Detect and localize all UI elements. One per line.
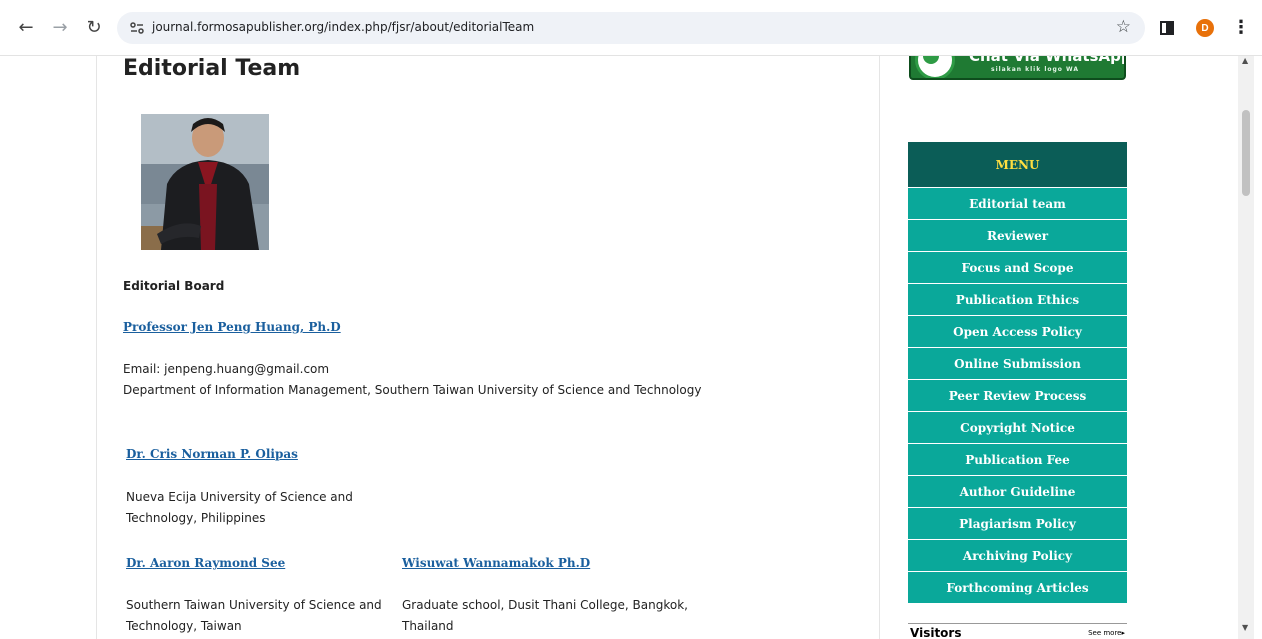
menu-item-author-guideline[interactable]: Author Guideline xyxy=(908,475,1127,507)
menu-item-open-access-policy[interactable]: Open Access Policy xyxy=(908,315,1127,347)
person-link-aaron-see[interactable]: Dr. Aaron Raymond See xyxy=(126,556,285,570)
side-panel-icon[interactable] xyxy=(1160,21,1174,35)
main-column: Editorial Team Editorial Board Professor… xyxy=(96,56,880,639)
editor-photo xyxy=(141,114,269,250)
site-settings-icon[interactable] xyxy=(129,20,145,36)
content-area: Editorial Team Editorial Board Professor… xyxy=(0,56,1238,639)
more-menu-icon[interactable]: ⋮ xyxy=(1232,16,1250,40)
page-viewport: Editorial Team Editorial Board Professor… xyxy=(0,56,1262,639)
whatsapp-subtitle: silakan klik logo WA xyxy=(991,66,1079,73)
sidebar-menu: MENU Editorial team Reviewer Focus and S… xyxy=(908,142,1127,603)
star-icon[interactable]: ☆ xyxy=(1116,17,1131,37)
scroll-up-arrow-icon[interactable]: ▲ xyxy=(1242,56,1250,68)
person-affiliation-line: Southern Taiwan University of Science an… xyxy=(126,598,382,612)
sidebar: Chat Via WhatsApp silakan klik logo WA M… xyxy=(880,56,1238,639)
person-affiliation-line: Graduate school, Dusit Thani College, Ba… xyxy=(402,598,688,612)
back-button[interactable]: ← xyxy=(16,18,36,38)
menu-item-copyright-notice[interactable]: Copyright Notice xyxy=(908,411,1127,443)
person-details: Southern Taiwan University of Science an… xyxy=(126,595,382,637)
menu-item-online-submission[interactable]: Online Submission xyxy=(908,347,1127,379)
page-title: Editorial Team xyxy=(123,56,301,81)
person-email: Email: jenpeng.huang@gmail.com xyxy=(123,362,330,376)
url-text[interactable]: journal.formosapublisher.org/index.php/f… xyxy=(152,20,534,34)
menu-item-plagiarism-policy[interactable]: Plagiarism Policy xyxy=(908,507,1127,539)
browser-toolbar: ← → ↻ journal.formosapublisher.org/index… xyxy=(0,0,1262,56)
person-link-jen-peng-huang[interactable]: Professor Jen Peng Huang, Ph.D xyxy=(123,320,341,334)
person-details: Graduate school, Dusit Thani College, Ba… xyxy=(402,595,688,637)
menu-item-peer-review-process[interactable]: Peer Review Process xyxy=(908,379,1127,411)
avatar[interactable]: D xyxy=(1196,19,1214,37)
visitors-widget: Visitors See more▸ xyxy=(908,623,1127,639)
menu-item-reviewer[interactable]: Reviewer xyxy=(908,219,1127,251)
person-affiliation-line: Thailand xyxy=(402,619,454,633)
visitors-see-more-link[interactable]: See more▸ xyxy=(1088,629,1125,637)
person-details: Nueva Ecija University of Science and Te… xyxy=(126,487,353,529)
menu-item-publication-fee[interactable]: Publication Fee xyxy=(908,443,1127,475)
person-link-cris-olipas[interactable]: Dr. Cris Norman P. Olipas xyxy=(126,447,298,461)
visitors-label: Visitors xyxy=(910,626,962,639)
whatsapp-chat-banner[interactable]: Chat Via WhatsApp silakan klik logo WA xyxy=(909,56,1126,80)
scrollbar-thumb[interactable] xyxy=(1242,110,1250,196)
menu-item-forthcoming-articles[interactable]: Forthcoming Articles xyxy=(908,571,1127,603)
person-details: Email: jenpeng.huang@gmail.com Departmen… xyxy=(123,359,701,401)
person-link-wisuwat-wannamakok[interactable]: Wisuwat Wannamakok Ph.D xyxy=(402,556,590,570)
forward-button[interactable]: → xyxy=(50,18,70,38)
menu-item-publication-ethics[interactable]: Publication Ethics xyxy=(908,283,1127,315)
person-affiliation-line: Technology, Philippines xyxy=(126,511,266,525)
reload-button[interactable]: ↻ xyxy=(84,18,104,38)
editorial-board-heading: Editorial Board xyxy=(123,279,225,293)
menu-item-editorial-team[interactable]: Editorial team xyxy=(908,187,1127,219)
page-scrollbar[interactable]: ▲ ▼ xyxy=(1238,56,1254,639)
address-bar[interactable]: journal.formosapublisher.org/index.php/f… xyxy=(117,12,1145,44)
menu-header: MENU xyxy=(908,142,1127,187)
scroll-down-arrow-icon[interactable]: ▼ xyxy=(1242,623,1250,635)
person-affiliation-line: Technology, Taiwan xyxy=(126,619,242,633)
person-affiliation: Department of Information Management, So… xyxy=(123,383,702,397)
menu-item-archiving-policy[interactable]: Archiving Policy xyxy=(908,539,1127,571)
whatsapp-title: Chat Via WhatsApp xyxy=(969,56,1126,65)
person-affiliation-line: Nueva Ecija University of Science and xyxy=(126,490,353,504)
menu-item-focus-and-scope[interactable]: Focus and Scope xyxy=(908,251,1127,283)
